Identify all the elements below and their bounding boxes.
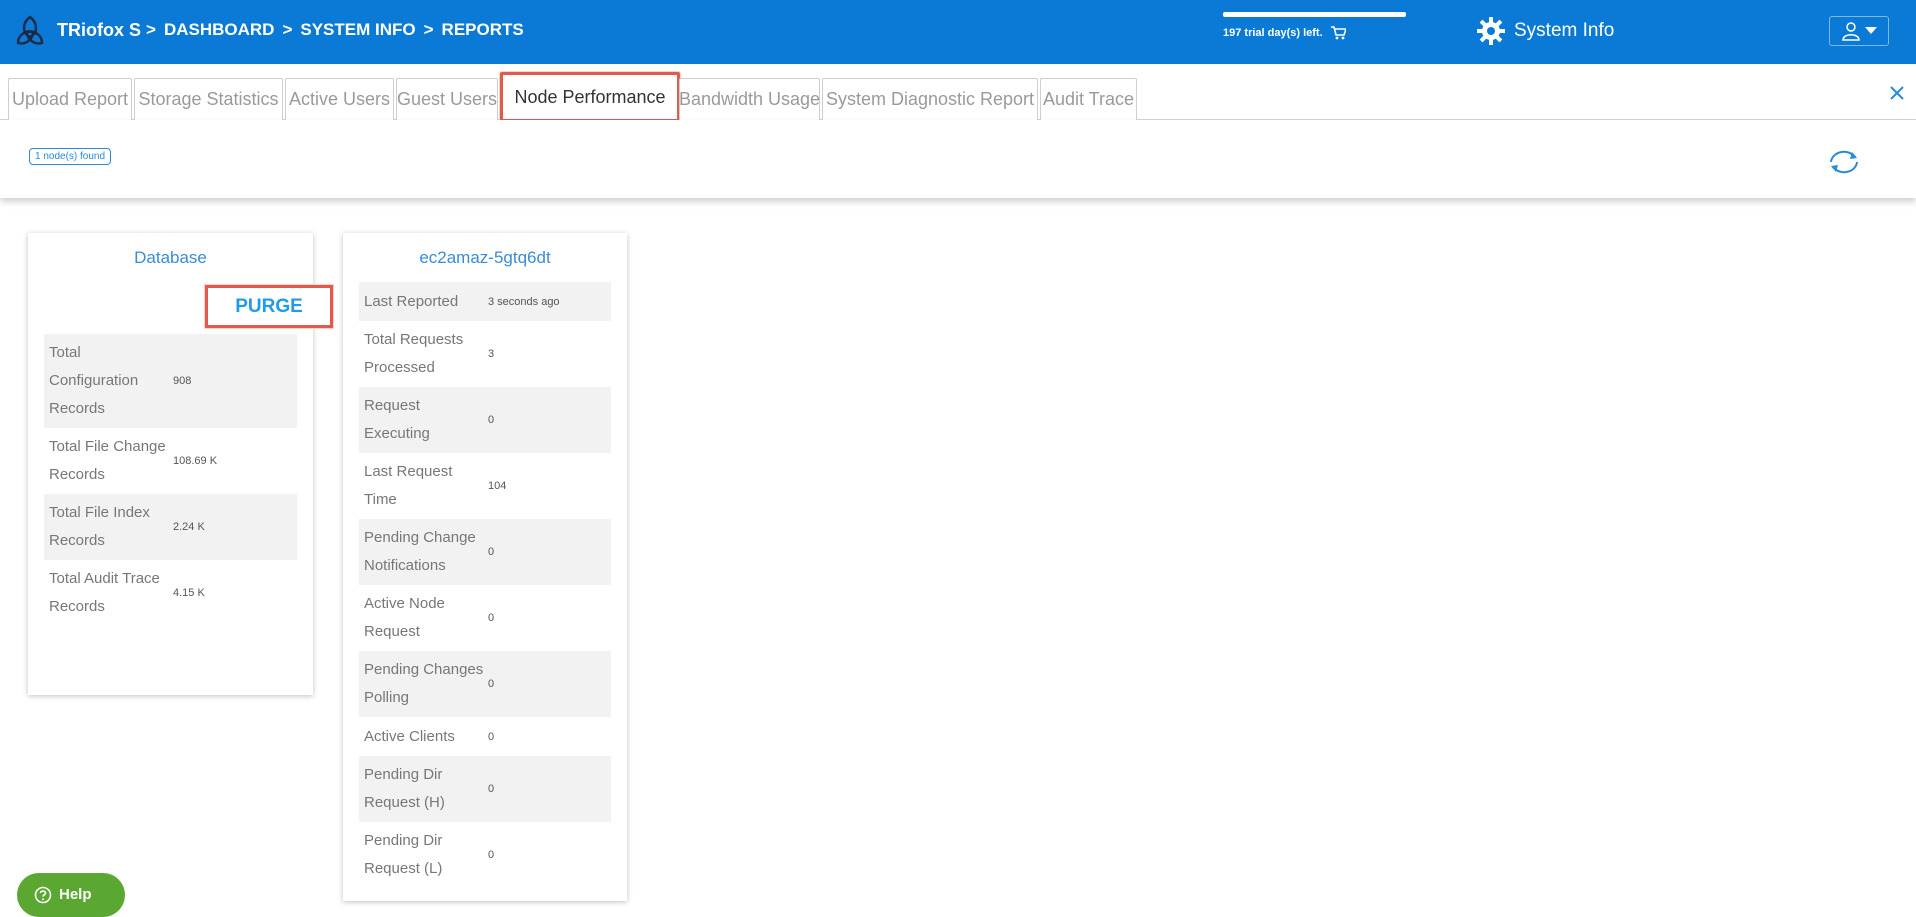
cart-icon[interactable] (1330, 26, 1346, 40)
breadcrumb-separator: > (423, 20, 434, 39)
report-toolbar: 1 node(s) found (0, 120, 1916, 198)
list-item: Pending Dir Request (H) 0 (359, 756, 611, 822)
breadcrumb-dashboard[interactable]: DASHBOARD (164, 20, 275, 40)
breadcrumb-separator: > (282, 20, 293, 39)
node-stats-list: Last Reported 3 seconds ago Total Reques… (359, 282, 611, 888)
system-info-label: System Info (1514, 20, 1615, 41)
gear-icon (1477, 17, 1505, 45)
database-card: Database PURGE Total Configuration Recor… (28, 233, 333, 695)
tab-guest-users[interactable]: Guest Users (396, 78, 498, 120)
list-item: Pending Changes Polling 0 (359, 651, 611, 717)
breadcrumb: > DASHBOARD > SYSTEM INFO > REPORTS (146, 20, 524, 40)
list-item: Total Requests Processed 3 (364, 331, 495, 376)
help-button[interactable]: Help (17, 873, 125, 917)
question-circle-icon (34, 886, 52, 904)
trial-days-text: 197 trial day(s) left. (1223, 27, 1323, 39)
top-header: TRiofox S > DASHBOARD > SYSTEM INFO > RE… (0, 0, 1916, 64)
trial-progress-bar (1223, 12, 1406, 17)
tab-audit-trace[interactable]: Audit Trace (1040, 78, 1137, 120)
user-menu-button[interactable] (1829, 16, 1889, 46)
tab-active-users[interactable]: Active Users (285, 78, 394, 120)
list-item: Total Audit Trace Records 4.15 K (49, 570, 205, 615)
list-item: Request Executing 0 (359, 387, 611, 453)
list-item: Total File Change Records 108.69 K (49, 438, 218, 483)
caret-down-icon (1865, 27, 1877, 34)
app-name[interactable]: TRiofox S (57, 20, 141, 41)
close-icon[interactable] (1888, 84, 1906, 102)
node-card: ec2amaz-5gtq6dt Last Reported 3 seconds … (343, 233, 627, 901)
triofox-logo-icon[interactable] (12, 13, 48, 49)
database-card-title: Database (134, 248, 207, 267)
list-item: Active Node Request 0 (364, 595, 495, 640)
node-card-title: ec2amaz-5gtq6dt (419, 248, 551, 267)
tab-node-performance[interactable]: Node Performance (500, 72, 680, 122)
help-label: Help (59, 886, 92, 903)
tab-upload-report[interactable]: Upload Report (8, 78, 132, 120)
list-item: Last Reported 3 seconds ago (359, 282, 611, 321)
trial-status[interactable]: 197 trial day(s) left. (1223, 26, 1346, 40)
system-info-menu[interactable]: System Info (1476, 16, 1614, 46)
list-item: Active Clients 0 (364, 727, 495, 745)
purge-button[interactable]: PURGE (205, 285, 333, 328)
list-item: Total Configuration Records 908 (44, 334, 297, 428)
breadcrumb-system-info[interactable]: SYSTEM INFO (300, 20, 415, 40)
tab-system-diagnostic-report[interactable]: System Diagnostic Report (822, 78, 1038, 120)
tab-bandwidth-usage[interactable]: Bandwidth Usage (679, 78, 820, 120)
report-tabs: Upload Report Storage Statistics Active … (0, 64, 1916, 122)
list-item: Pending Change Notifications 0 (359, 519, 611, 585)
breadcrumb-reports: REPORTS (441, 20, 524, 39)
database-stats-list: Total Configuration Records 908 Total Fi… (44, 334, 297, 626)
user-icon (1842, 22, 1860, 41)
list-item: Total File Index Records 2.24 K (44, 494, 297, 560)
tab-storage-statistics[interactable]: Storage Statistics (134, 78, 283, 120)
nodes-found-badge: 1 node(s) found (29, 148, 112, 165)
list-item: Last Request Time 104 (364, 463, 507, 508)
refresh-icon[interactable] (1826, 148, 1862, 176)
list-item: Pending Dir Request (L) 0 (364, 832, 495, 877)
breadcrumb-separator: > (146, 20, 156, 39)
